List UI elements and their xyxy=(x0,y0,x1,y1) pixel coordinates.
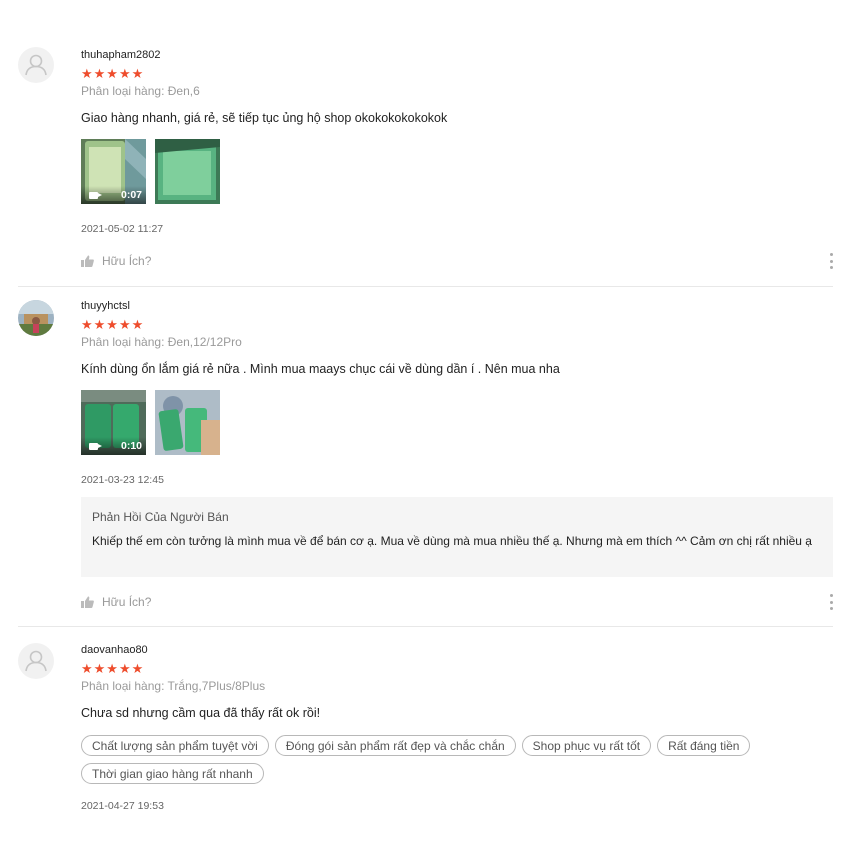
video-duration: 0:10 xyxy=(120,440,142,452)
review-tag: Chất lượng sản phẩm tuyệt vời xyxy=(81,735,269,756)
review-comment: Giao hàng nhanh, giá rẻ, sẽ tiếp tục ủng… xyxy=(81,111,448,125)
video-overlay: 0:07 xyxy=(81,186,146,204)
default-user-icon xyxy=(25,54,47,76)
star-rating: ★★★★★ xyxy=(81,317,145,332)
review-image-thumbnail[interactable] xyxy=(155,139,220,204)
thumbs-up-icon xyxy=(81,596,94,608)
review-tags: Chất lượng sản phẩm tuyệt vời Đóng gói sả… xyxy=(81,735,821,791)
review-author[interactable]: daovanhao80 xyxy=(81,644,148,656)
review-tag: Thời gian giao hàng rất nhanh xyxy=(81,763,264,784)
product-variant: Phân loại hàng: Đen,6 xyxy=(81,84,200,98)
seller-reply-title: Phản Hồi Của Người Bán xyxy=(92,510,229,524)
review-tag: Đóng gói sản phẩm rất đẹp và chắc chắn xyxy=(274,735,516,756)
review-author[interactable]: thuhapham2802 xyxy=(81,49,161,61)
profile-photo xyxy=(18,300,54,336)
more-options-icon[interactable] xyxy=(826,594,836,610)
review-timestamp: 2021-05-02 11:27 xyxy=(81,223,164,235)
helpful-label: Hữu Ích? xyxy=(102,595,152,609)
video-overlay: 0:10 xyxy=(81,437,146,455)
avatar[interactable] xyxy=(18,47,54,83)
review-comment: Kính dùng ổn lắm giá rẻ nữa . Mình mua m… xyxy=(81,362,560,376)
review-timestamp: 2021-03-23 12:45 xyxy=(81,474,164,486)
seller-reply: Phản Hồi Của Người Bán Khiếp thế em còn … xyxy=(81,497,833,577)
video-camera-icon xyxy=(89,443,102,450)
helpful-label: Hữu Ích? xyxy=(102,254,152,268)
review-comment: Chưa sd nhưng cầm qua đã thấy rất ok rồi… xyxy=(81,706,321,720)
video-camera-icon xyxy=(89,192,102,199)
more-options-icon[interactable] xyxy=(826,253,836,269)
review-tag: Rất đáng tiền xyxy=(657,735,751,756)
helpful-button[interactable]: Hữu Ích? xyxy=(81,595,151,609)
review-video-thumbnail[interactable]: 0:07 xyxy=(81,139,146,204)
review-video-thumbnail[interactable]: 0:10 xyxy=(81,390,146,455)
product-variant: Phân loại hàng: Trắng,7Plus/8Plus xyxy=(81,679,266,693)
helpful-button[interactable]: Hữu Ích? xyxy=(81,254,151,268)
review-timestamp: 2021-04-27 19:53 xyxy=(81,800,164,812)
avatar[interactable] xyxy=(18,300,54,336)
review-image-thumbnail[interactable] xyxy=(155,390,220,455)
avatar[interactable] xyxy=(18,643,54,679)
star-rating: ★★★★★ xyxy=(81,66,145,81)
review-divider xyxy=(18,626,833,627)
video-duration: 0:07 xyxy=(120,189,142,201)
product-variant: Phân loại hàng: Đen,12/12Pro xyxy=(81,335,242,349)
review-tag: Shop phục vụ rất tốt xyxy=(521,735,652,756)
review-divider xyxy=(18,286,833,287)
star-rating: ★★★★★ xyxy=(81,661,145,676)
thumbs-up-icon xyxy=(81,255,94,267)
default-user-icon xyxy=(25,650,47,672)
review-author[interactable]: thuyyhctsl xyxy=(81,300,130,312)
seller-reply-text: Khiếp thế em còn tưởng là mình mua về để… xyxy=(92,534,812,548)
